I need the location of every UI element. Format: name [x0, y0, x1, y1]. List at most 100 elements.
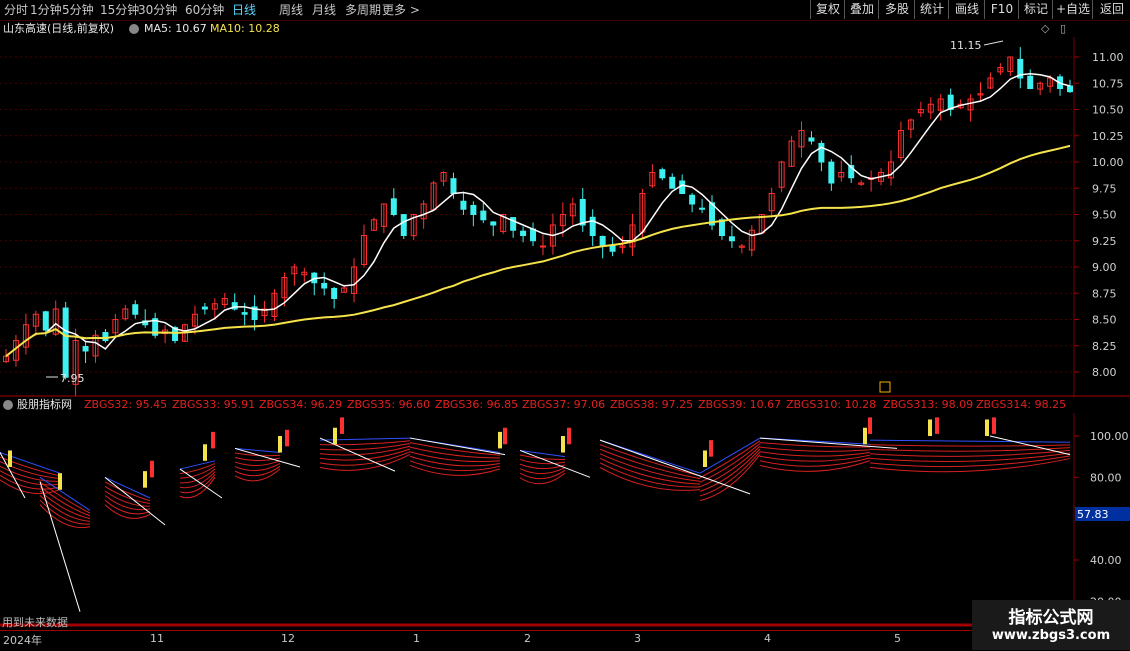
high-marker-arrow [983, 40, 1004, 46]
signal-bar [935, 417, 939, 434]
toolbar-button-8[interactable]: 返回 [1092, 0, 1130, 19]
y-axis-label: 9.25 [1092, 235, 1117, 248]
low-price-marker: 7.95 [60, 372, 85, 385]
ma5-label: MA5: 10.67 [144, 22, 207, 35]
square-icon [879, 381, 891, 393]
wave-line [409, 442, 501, 456]
candle-body [718, 219, 725, 236]
future-data-note: 用到未来数据 [2, 616, 68, 629]
stock-title: 山东高速(日线,前复权) [3, 22, 115, 35]
diamond-icon[interactable]: ◇ [1041, 22, 1049, 36]
candle-body [520, 230, 527, 237]
watermark-line1: 指标公式网 [1008, 608, 1094, 628]
indicator-value-2: ZBGS34: 96.29 [259, 398, 343, 411]
toolbar-button-2[interactable]: 多股 [878, 0, 915, 19]
signal-bar [928, 419, 932, 436]
signal-bar [150, 460, 154, 478]
candle-body [62, 307, 69, 378]
candle-body [818, 142, 825, 163]
wave-line [869, 444, 1071, 447]
y-axis-label: 11.00 [1092, 51, 1124, 64]
period-tab-0[interactable]: 分时 [4, 2, 28, 18]
wave-line [869, 439, 1071, 443]
wave-line [759, 446, 871, 452]
candle-body [42, 311, 49, 331]
period-tab-3[interactable]: 15分钟 [100, 2, 139, 18]
toolbar-button-7[interactable]: +自选 [1052, 0, 1093, 19]
watermark-logo: 指标公式网 www.zbgs3.com [972, 600, 1130, 650]
candlestick-chart[interactable]: 11.00 10.75 10.50 10.25 10.00 9.75 9.50 9.25 9.0… [0, 37, 1130, 397]
signal-bar [992, 417, 996, 434]
toolbar-button-5[interactable]: F10 [984, 0, 1019, 19]
period-tab-9[interactable]: 多周期 [345, 2, 381, 18]
indicator-settings-icon[interactable] [3, 400, 13, 410]
candle-body [579, 198, 586, 226]
toolbar-button-3[interactable]: 统计 [914, 0, 949, 19]
period-tab-7[interactable]: 周线 [279, 2, 303, 18]
signal-bar [143, 471, 147, 488]
y-axis-label: 8.25 [1092, 340, 1117, 353]
toolbar-button-0[interactable]: 复权 [810, 0, 845, 19]
ma5-line [5, 73, 1071, 357]
high-price-marker: 11.15 [950, 39, 982, 52]
toolbar-button-6[interactable]: 标记 [1018, 0, 1053, 19]
period-tab-10[interactable]: 更多 > [382, 2, 420, 18]
current-value-label: 57.83 [1077, 508, 1109, 521]
toolbar-button-1[interactable]: 叠加 [844, 0, 879, 19]
indicator-value-7: ZBGS39: 10.67 [698, 398, 782, 411]
candle-body [480, 210, 487, 221]
y-axis-label: 10.50 [1092, 104, 1124, 117]
period-tab-2[interactable]: 5分钟 [62, 2, 94, 18]
signal-bar [211, 431, 215, 449]
signal-bar [498, 431, 502, 449]
candle-body [82, 345, 89, 352]
wave-line [179, 460, 216, 470]
signal-bar [503, 427, 507, 445]
indicator-value-1: ZBGS33: 95.91 [172, 398, 256, 411]
signal-line [104, 476, 166, 526]
candles [3, 47, 1073, 397]
panel-toggle-icon[interactable]: ▯ [1060, 22, 1066, 36]
candle-body [390, 198, 397, 216]
ma-long-line [5, 144, 1071, 357]
y-axis-label: 10.00 [1092, 156, 1124, 169]
period-tab-5[interactable]: 60分钟 [185, 2, 224, 18]
signal-bar [203, 444, 207, 461]
y-axis-label: 10.25 [1092, 130, 1124, 143]
y-axis-label: 9.75 [1092, 182, 1117, 195]
wave-line [869, 447, 1071, 452]
date-axis: 2024年 11 12 1 2 3 4 5 [0, 630, 1130, 651]
wave-line [409, 446, 501, 459]
period-tab-1[interactable]: 1分钟 [30, 2, 62, 18]
candle-body [490, 221, 497, 226]
toolbar: 分时 1分钟 5分钟 15分钟 30分钟 60分钟 日线 周线 月线 多周期 更多 > 复权 叠加 多股… [0, 0, 1130, 21]
signal-bar [868, 417, 872, 434]
candle-body [241, 312, 248, 315]
y-axis-label: 8.50 [1092, 314, 1117, 327]
x-axis-label: 3 [634, 632, 641, 645]
wave-line [759, 451, 871, 457]
signal-line [519, 449, 591, 478]
candle-body [659, 169, 666, 179]
candle-body [689, 194, 696, 205]
candle-body [728, 236, 735, 242]
wave-line [234, 460, 281, 466]
settings-circle-icon[interactable] [129, 24, 139, 34]
signal-bar [285, 429, 289, 447]
candle-body [539, 245, 546, 248]
period-tab-4[interactable]: 30分钟 [138, 2, 177, 18]
indicator-chart[interactable]: 100.0080.0040.0020.0057.83 [0, 413, 1130, 630]
x-axis-label: 5 [894, 632, 901, 645]
period-tab-6[interactable]: 日线 [232, 2, 256, 18]
indicator-value-10: ZBGS314: 98.25 [976, 398, 1067, 411]
candle-body [132, 304, 139, 315]
y-axis-label: 9.00 [1092, 261, 1117, 274]
indicator-value-0: ZBGS32: 95.45 [84, 398, 168, 411]
period-tab-8[interactable]: 月线 [312, 2, 336, 18]
signal-bar [8, 450, 12, 467]
candle-body [201, 306, 208, 310]
candle-body [530, 228, 537, 242]
toolbar-button-4[interactable]: 画线 [948, 0, 985, 19]
candle-body [321, 282, 328, 289]
wave-line [104, 504, 151, 519]
